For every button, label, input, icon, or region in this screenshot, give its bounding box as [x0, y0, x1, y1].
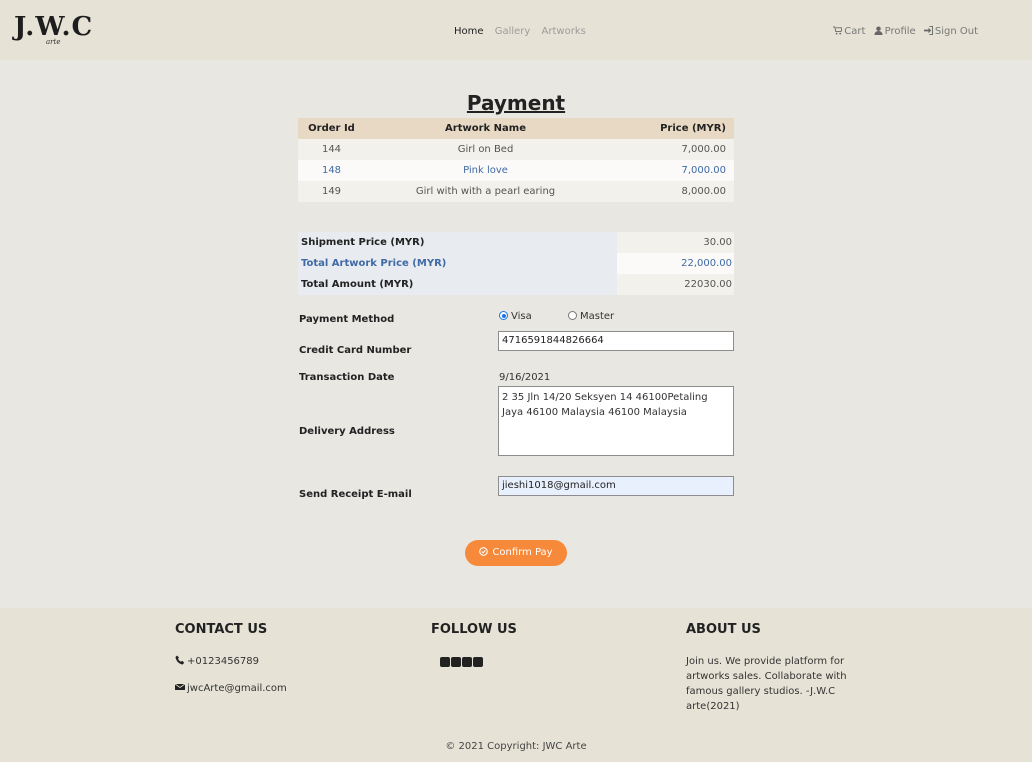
table-row: 148 Pink love 7,000.00: [298, 160, 734, 181]
signout-link[interactable]: Sign Out: [923, 26, 978, 37]
cart-label: Cart: [844, 26, 866, 37]
facebook-icon[interactable]: [440, 657, 450, 667]
cart-link[interactable]: Cart: [833, 26, 868, 37]
table-row: 149 Girl with with a pearl earing 8,000.…: [298, 181, 734, 202]
card-number-label: Credit Card Number: [299, 345, 412, 356]
check-circle-icon: [479, 547, 489, 556]
user-icon: [874, 26, 883, 35]
nav-gallery[interactable]: Gallery: [495, 26, 531, 37]
signout-icon: [923, 26, 933, 35]
follow-title: FOLLOW US: [431, 622, 517, 637]
receipt-email-label: Send Receipt E-mail: [299, 489, 412, 500]
main-nav: Home Gallery Artworks: [454, 26, 594, 37]
totals-row: Shipment Price (MYR) 30.00: [298, 232, 734, 253]
totals-table: Shipment Price (MYR) 30.00 Total Artwork…: [298, 232, 734, 295]
totals-row: Total Artwork Price (MYR) 22,000.00: [298, 253, 734, 274]
user-nav: Cart Profile Sign Out: [828, 26, 978, 37]
phone-line: +0123456789: [175, 655, 259, 667]
page-title: Payment: [466, 91, 566, 115]
receipt-email-input[interactable]: jieshi1018@gmail.com: [498, 476, 734, 496]
social-icons: [440, 655, 484, 668]
twitter-icon[interactable]: [473, 657, 483, 667]
signout-label: Sign Out: [934, 26, 978, 37]
linkedin-icon[interactable]: [462, 657, 472, 667]
orders-table: Order Id Artwork Name Price (MYR) 144 Gi…: [298, 118, 734, 202]
orders-header-row: Order Id Artwork Name Price (MYR): [298, 118, 734, 139]
phone-icon: [175, 655, 185, 665]
confirm-pay-button[interactable]: Confirm Pay: [465, 540, 567, 566]
radio-visa-dot[interactable]: [499, 311, 508, 320]
about-title: ABOUT US: [686, 622, 761, 637]
transaction-date-label: Transaction Date: [299, 372, 395, 383]
transaction-date-value: 9/16/2021: [499, 372, 551, 383]
profile-link[interactable]: Profile: [874, 26, 919, 37]
footer: CONTACT US +0123456789 jwcArte@gmail.com…: [0, 608, 1032, 762]
radio-visa-label: Visa: [511, 311, 532, 322]
profile-label: Profile: [884, 26, 916, 37]
col-artwork-name: Artwork Name: [365, 118, 607, 139]
card-number-input[interactable]: 4716591844826664: [498, 331, 734, 351]
order-id-cell: 148: [298, 160, 365, 181]
delivery-address-label: Delivery Address: [299, 426, 395, 437]
radio-master-label: Master: [580, 311, 615, 322]
totals-row: Total Amount (MYR) 22030.00: [298, 274, 734, 295]
logo-subtitle: arte: [46, 38, 61, 46]
top-nav: J.W.C arte Home Gallery Artworks Cart Pr…: [0, 0, 1032, 60]
table-row: 144 Girl on Bed 7,000.00: [298, 139, 734, 160]
order-id-cell: 144: [298, 139, 365, 160]
price-cell: 8,000.00: [606, 181, 734, 202]
radio-master[interactable]: Master: [568, 311, 614, 322]
contact-email[interactable]: jwcArte@gmail.com: [187, 683, 287, 694]
contact-title: CONTACT US: [175, 622, 268, 637]
radio-master-dot[interactable]: [568, 311, 577, 320]
order-id-cell: 149: [298, 181, 365, 202]
artwork-name-cell: Girl on Bed: [365, 139, 607, 160]
amount-label: Total Amount (MYR): [298, 274, 617, 295]
price-cell: 7,000.00: [606, 160, 734, 181]
shipment-value: 30.00: [617, 232, 734, 253]
artwork-total-label: Total Artwork Price (MYR): [298, 253, 617, 274]
col-order-id: Order Id: [298, 118, 365, 139]
about-text: Join us. We provide platform for artwork…: [686, 656, 847, 712]
artwork-name-cell: Girl with with a pearl earing: [365, 181, 607, 202]
mail-icon: [174, 683, 186, 690]
shipment-label: Shipment Price (MYR): [298, 232, 617, 253]
amount-value: 22030.00: [617, 274, 734, 295]
delivery-address-textarea[interactable]: 2 35 Jln 14/20 Seksyen 14 46100Petaling …: [498, 386, 734, 456]
confirm-pay-label: Confirm Pay: [492, 547, 553, 558]
cart-icon: [833, 26, 843, 35]
phone-number: +0123456789: [187, 656, 260, 667]
artwork-total-value: 22,000.00: [617, 253, 734, 274]
artwork-name-cell: Pink love: [365, 160, 607, 181]
price-cell: 7,000.00: [606, 139, 734, 160]
nav-artworks[interactable]: Artworks: [542, 26, 586, 37]
radio-visa[interactable]: Visa: [499, 311, 532, 322]
col-price: Price (MYR): [606, 118, 734, 139]
payment-method-label: Payment Method: [299, 314, 395, 325]
nav-home[interactable]: Home: [454, 26, 484, 37]
copyright: © 2021 Copyright: JWC Arte: [445, 741, 587, 752]
instagram-icon[interactable]: [451, 657, 461, 667]
email-line: jwcArte@gmail.com: [174, 682, 287, 694]
